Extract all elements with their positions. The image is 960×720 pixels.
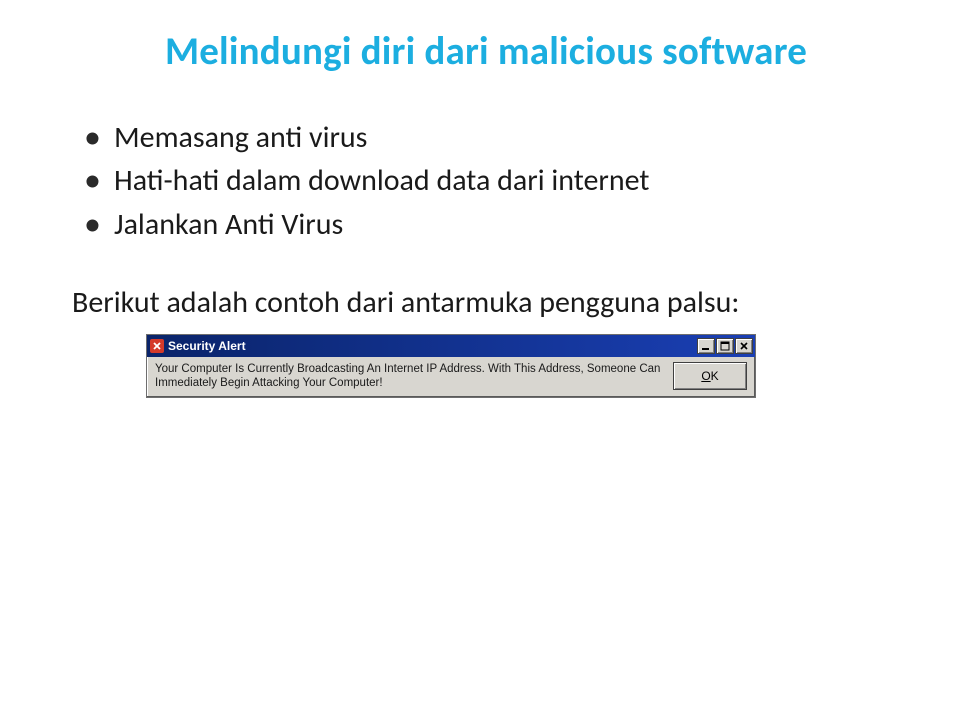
bullet-item: Hati-hati dalam download data dari inter… [84, 160, 900, 201]
slide: Melindungi diri dari malicious software … [0, 0, 960, 438]
alert-icon [150, 339, 164, 353]
ok-button-label: OK [701, 369, 718, 383]
security-alert-dialog: Security Alert [146, 334, 756, 398]
minimize-button[interactable] [697, 338, 715, 354]
dialog-titlebar: Security Alert [147, 335, 755, 357]
bullet-item: Jalankan Anti Virus [84, 204, 900, 245]
dialog-body: Your Computer Is Currently Broadcasting … [147, 357, 755, 397]
close-button[interactable] [735, 338, 753, 354]
paragraph: Berikut adalah contoh dari antarmuka pen… [72, 283, 900, 324]
window-controls [696, 338, 753, 354]
dialog-message: Your Computer Is Currently Broadcasting … [155, 362, 663, 391]
maximize-button[interactable] [716, 338, 734, 354]
slide-title: Melindungi diri dari malicious software [72, 28, 900, 75]
bullet-item: Memasang anti virus [84, 117, 900, 158]
bullet-list: Memasang anti virus Hati-hati dalam down… [72, 117, 900, 245]
fake-dialog-example: Security Alert [72, 334, 900, 398]
dialog-title: Security Alert [168, 339, 696, 353]
ok-button[interactable]: OK [673, 362, 747, 390]
